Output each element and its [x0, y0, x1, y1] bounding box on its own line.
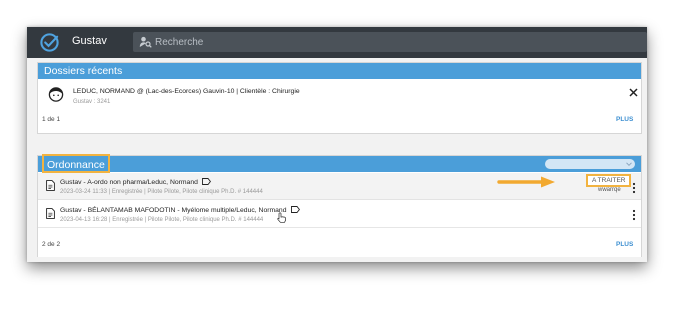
- recent-more-link[interactable]: PLUS: [616, 116, 633, 123]
- chevron-down-icon: [626, 162, 632, 167]
- document-icon: [46, 180, 55, 191]
- recent-file-subtitle: Gustav : 3241: [73, 99, 111, 105]
- avatar-icon: [48, 87, 64, 102]
- recent-pager: 1 de 1: [42, 116, 61, 123]
- recent-file-title[interactable]: LEDUC, NORMAND @ (Lac-des-Ecorces) Gauvi…: [73, 88, 300, 95]
- assignee-label: wwarrqe: [598, 187, 621, 193]
- recent-files-title: Dossiers récents: [44, 65, 123, 77]
- user-search-icon: [139, 36, 152, 48]
- ordonnance-row[interactable]: Gustav - BÉLANTAMAB MAFODOTIN - Myélome …: [38, 201, 641, 228]
- recent-file-item[interactable]: LEDUC, NORMAND @ (Lac-des-Ecorces) Gauvi…: [38, 79, 641, 111]
- ordonnance-title-text[interactable]: Gustav - A-ordo non pharma/Leduc, Norman…: [60, 178, 211, 186]
- ordonnance-title: Ordonnance: [42, 154, 110, 173]
- ordonnance-panel: Ordonnance Gustav - A-ordo non pharma/Le…: [37, 154, 642, 257]
- ordonnance-title-text[interactable]: Gustav - BÉLANTAMAB MAFODOTIN - Myélome …: [60, 206, 300, 214]
- status-badge[interactable]: A TRAITER: [586, 174, 632, 187]
- ordonnance-header: Ordonnance: [38, 154, 641, 173]
- recent-files-header: Dossiers récents: [38, 63, 641, 79]
- more-vertical-icon[interactable]: [630, 182, 638, 194]
- search-box[interactable]: [133, 32, 647, 52]
- arrow-right-icon: [497, 176, 555, 188]
- ordonnance-pager: 2 de 2: [42, 241, 61, 248]
- tag-icon: [290, 206, 300, 213]
- recent-files-panel: Dossiers récents LEDUC, NORMAND @ (Lac-d…: [37, 62, 642, 134]
- check-circle-icon[interactable]: [39, 32, 60, 53]
- ordonnance-more-link[interactable]: PLUS: [616, 241, 633, 248]
- app-window: Gustav Dossiers récents LEDUC, NORMAND @…: [27, 27, 647, 262]
- ordonnance-subtitle: 2023-03-24 11:33 | Enregistrée | Pilote …: [60, 189, 263, 195]
- more-vertical-icon[interactable]: [630, 209, 638, 221]
- tag-icon: [201, 178, 211, 185]
- close-icon[interactable]: [629, 88, 638, 97]
- ordonnance-filter-select[interactable]: [545, 159, 635, 169]
- app-name: Gustav: [72, 35, 107, 47]
- ordonnance-subtitle: 2023-04-13 16:28 | Enregistrée | Pilote …: [60, 217, 264, 223]
- search-input[interactable]: [155, 34, 635, 50]
- document-icon: [46, 208, 55, 219]
- hand-pointer-icon: [277, 212, 286, 223]
- top-bar: Gustav: [27, 27, 647, 58]
